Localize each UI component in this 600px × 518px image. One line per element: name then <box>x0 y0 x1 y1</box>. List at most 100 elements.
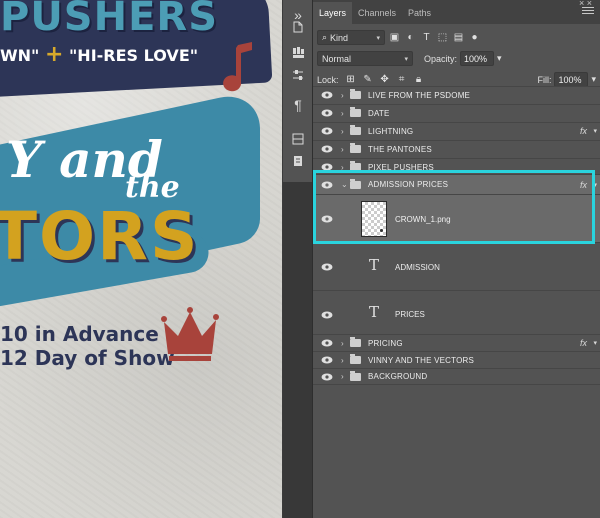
layer-row[interactable]: › LIGHTNING fx ▾ <box>313 122 600 139</box>
lock-transparent-icon[interactable]: ⊞ <box>346 74 356 85</box>
layer-row[interactable]: › THE PANTONES <box>313 140 600 157</box>
layer-comps-icon[interactable] <box>286 128 310 150</box>
layer-row[interactable]: › PRICING fx ▾ <box>313 334 600 351</box>
layer-name: BACKGROUND <box>368 372 428 381</box>
opacity-dropdown-icon[interactable]: ▾ <box>497 53 502 64</box>
notes-icon[interactable] <box>286 150 310 172</box>
filter-kind-select[interactable]: ⌕ Kind ▾ <box>317 30 385 45</box>
chevron-right-icon[interactable]: › <box>341 91 344 100</box>
layer-effects-icon[interactable]: fx <box>580 338 587 348</box>
chevron-right-icon[interactable]: › <box>341 163 344 172</box>
chevron-right-icon[interactable]: › <box>341 339 344 348</box>
blend-mode-value: Normal <box>322 53 352 64</box>
lock-image-icon[interactable]: ✎ <box>363 74 373 85</box>
poster-subtitle-left: WN" <box>0 46 40 65</box>
layer-row[interactable]: › DATE <box>313 104 600 121</box>
layer-name: LIGHTNING <box>368 126 414 136</box>
lock-position-icon[interactable]: ✥ <box>380 74 390 85</box>
filter-row: ⌕ Kind ▾ ▣ ◐ T ⬚ ▤ ● <box>313 27 600 48</box>
tab-paths[interactable]: Paths <box>402 2 437 24</box>
panel-tool-strip: » ¶ <box>282 0 313 518</box>
filter-toggle-icon[interactable]: ● <box>468 31 481 44</box>
tool-strip-empty-area <box>283 182 313 518</box>
eye-icon[interactable] <box>321 356 333 364</box>
filter-pixel-icon[interactable]: ▣ <box>388 31 401 44</box>
chevron-right-icon[interactable]: › <box>341 109 344 118</box>
chevron-right-icon[interactable]: › <box>341 356 344 365</box>
layer-row-selected[interactable]: ⌄ ADMISSION PRICES fx ▾ <box>313 174 600 194</box>
layer-effects-icon[interactable]: fx <box>580 180 587 190</box>
layer-effects-icon[interactable]: fx <box>580 126 587 136</box>
layer-name: PRICES <box>395 310 425 319</box>
chevron-right-icon[interactable]: › <box>341 127 344 136</box>
layer-row-selected[interactable]: CROWN_1.png <box>313 194 600 242</box>
fill-dropdown-icon[interactable]: ▾ <box>591 74 596 85</box>
eye-icon[interactable] <box>321 373 333 381</box>
chevron-down-icon[interactable]: ▾ <box>593 181 597 189</box>
fill-label: Fill: <box>537 74 552 85</box>
type-layer-icon: T <box>369 256 380 274</box>
history-icon[interactable] <box>286 16 310 38</box>
blend-mode-select[interactable]: Normal ▾ <box>317 51 413 66</box>
adjustments-icon[interactable] <box>286 64 310 86</box>
chevron-right-icon[interactable]: › <box>341 372 344 381</box>
layer-name: LIVE FROM THE PSDOME <box>368 90 471 100</box>
filter-adjustment-icon[interactable]: ◐ <box>404 31 417 44</box>
layer-row[interactable]: › BACKGROUND <box>313 368 600 385</box>
layer-thumbnail[interactable] <box>361 201 387 237</box>
eye-icon[interactable] <box>321 163 333 171</box>
folder-icon <box>350 143 361 153</box>
folder-icon <box>350 161 361 171</box>
type-layer-icon: T <box>369 303 380 321</box>
eye-icon[interactable] <box>321 215 333 223</box>
folder-icon <box>350 89 361 99</box>
poster-vectors-text: TORS <box>0 198 200 275</box>
chevron-down-icon: ▾ <box>376 34 380 42</box>
layer-row[interactable]: › VINNY AND THE VECTORS <box>313 351 600 368</box>
chevron-down-icon[interactable]: ▾ <box>593 127 597 135</box>
eye-icon[interactable] <box>321 127 333 135</box>
poster-price-advance: 10 in Advance <box>0 322 159 346</box>
filter-shape-icon[interactable]: ⬚ <box>436 31 449 44</box>
eye-icon[interactable] <box>321 91 333 99</box>
chevron-right-icon[interactable]: › <box>341 145 344 154</box>
layer-name: CROWN_1.png <box>395 215 451 224</box>
layers-panel: Layers Channels Paths × × ⌕ Kind ▾ ▣ ◐ T… <box>312 0 600 518</box>
filter-smartobject-icon[interactable]: ▤ <box>452 31 465 44</box>
chevron-down-icon[interactable]: ▾ <box>593 339 597 347</box>
chevron-down-icon[interactable]: ⌄ <box>341 180 348 189</box>
poster-subtitle: WN" + "HI-RES LOVE" <box>0 42 198 67</box>
layer-name: ADMISSION <box>395 263 440 272</box>
tab-channels[interactable]: Channels <box>352 2 402 24</box>
opacity-input[interactable]: 100% <box>460 51 495 66</box>
layer-name: THE PANTONES <box>368 144 432 154</box>
fill-input[interactable]: 100% <box>554 72 589 87</box>
layer-row[interactable]: T ADMISSION <box>313 242 600 290</box>
eye-icon[interactable] <box>321 263 333 271</box>
chevron-down-icon: ▾ <box>404 55 408 63</box>
layer-name: VINNY AND THE VECTORS <box>368 355 475 365</box>
layer-list: › LIVE FROM THE PSDOME › DATE › LIGHTNIN… <box>313 86 600 386</box>
eye-icon[interactable] <box>321 109 333 117</box>
lock-artboard-icon[interactable]: ⌗ <box>397 74 407 85</box>
panel-tabs: Layers Channels Paths × × <box>313 0 600 24</box>
paragraph-icon[interactable]: ¶ <box>286 94 310 116</box>
poster-price-day-of-show: 12 Day of Show <box>0 346 175 370</box>
brush-presets-icon[interactable] <box>286 42 310 64</box>
layer-row[interactable]: › PIXEL PUSHERS <box>313 158 600 175</box>
music-note-icon <box>223 42 252 92</box>
filter-type-icon[interactable]: T <box>420 31 433 44</box>
poster-subtitle-plus: + <box>44 42 64 67</box>
layer-name: ADMISSION PRICES <box>368 180 449 189</box>
panel-menu-icon[interactable] <box>582 7 594 17</box>
layer-row[interactable]: › LIVE FROM THE PSDOME <box>313 86 600 103</box>
tab-layers[interactable]: Layers <box>313 2 353 24</box>
eye-icon[interactable] <box>321 311 333 319</box>
eye-icon[interactable] <box>321 181 333 189</box>
lock-all-icon[interactable]: 🔒︎ <box>414 74 424 85</box>
eye-icon[interactable] <box>321 339 333 347</box>
lock-label: Lock: <box>317 74 339 85</box>
eye-icon[interactable] <box>321 145 333 153</box>
layer-row[interactable]: T PRICES <box>313 290 600 334</box>
lock-icons: ⊞ ✎ ✥ ⌗ 🔒︎ <box>346 74 424 85</box>
